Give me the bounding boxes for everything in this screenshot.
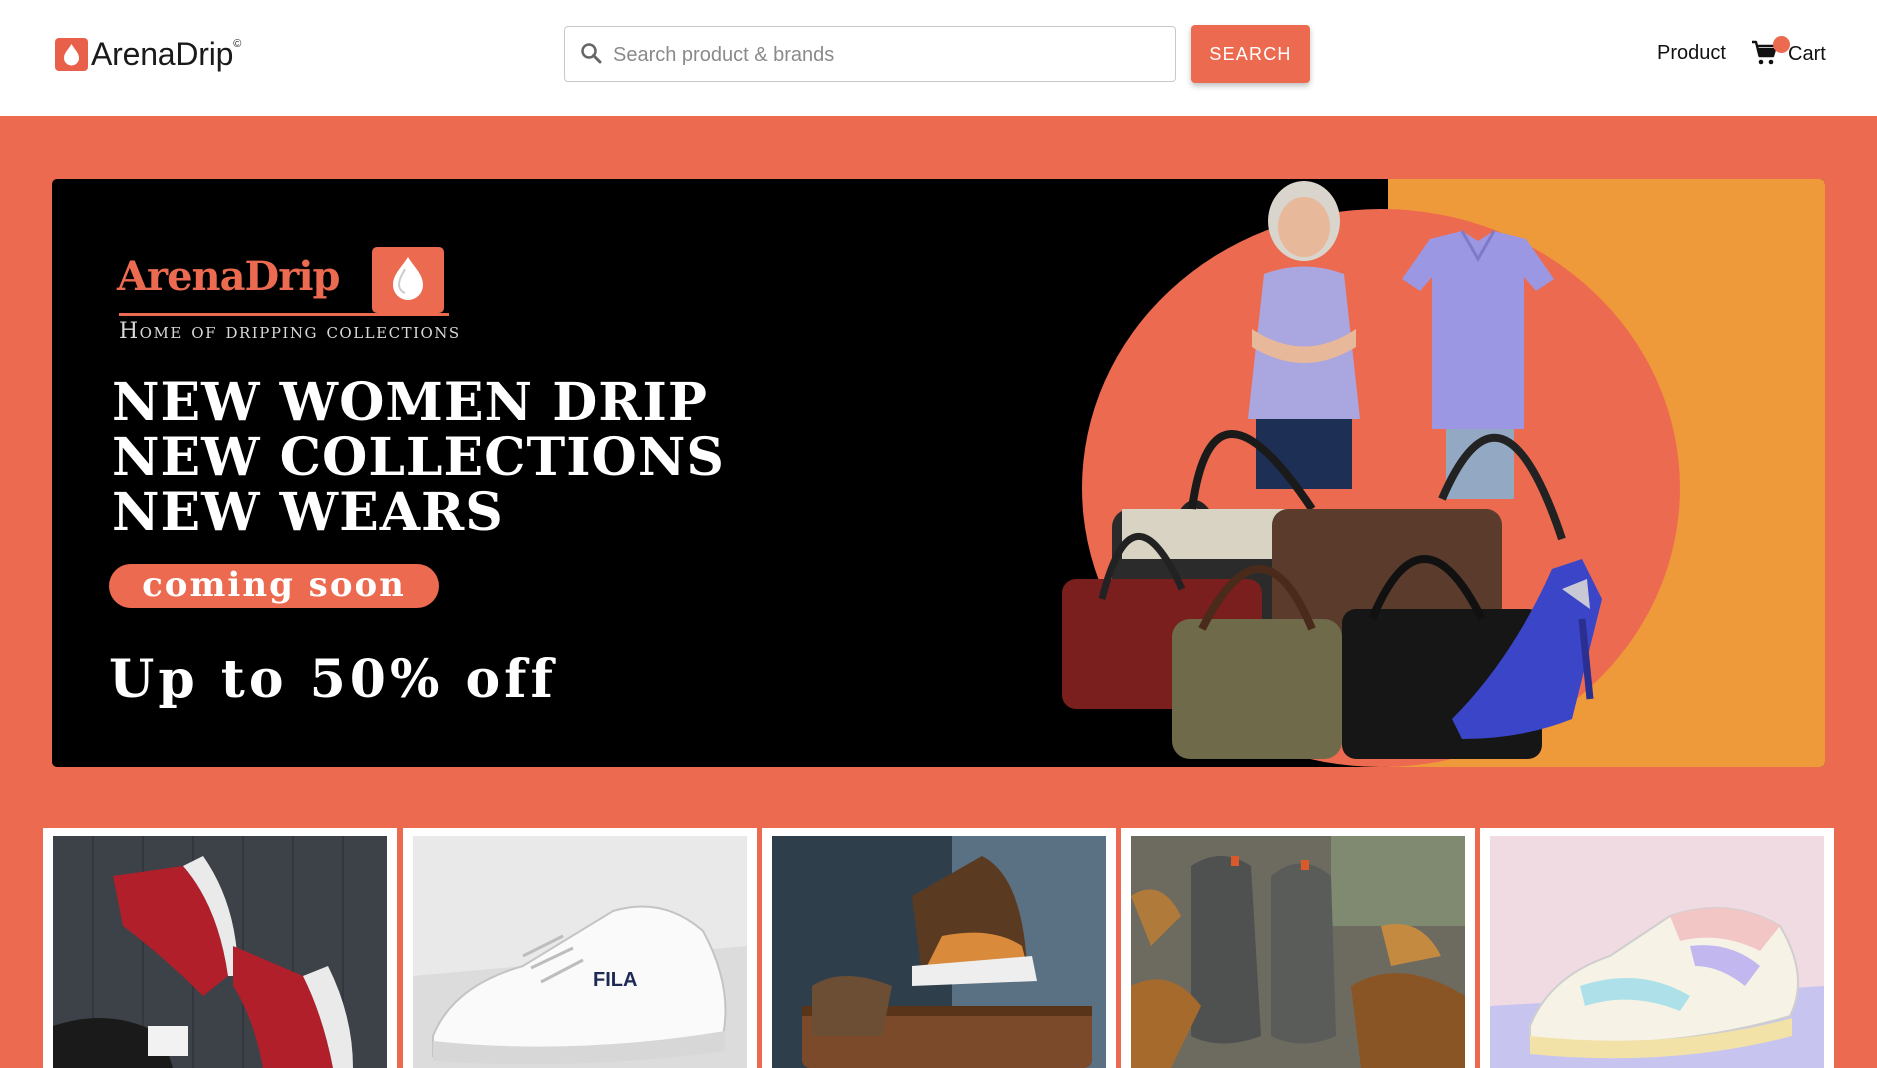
product-image	[1490, 836, 1824, 1068]
nav-link-product[interactable]: Product	[1657, 42, 1726, 65]
product-card[interactable]: FILA	[403, 828, 757, 1068]
woman-model-image	[1248, 181, 1360, 489]
white-fila-sneaker-image: FILA	[413, 836, 747, 1068]
logo-drop-icon	[55, 38, 88, 71]
banner-headline: NEW WOMEN DRIP NEW COLLECTIONS NEW WEARS	[112, 375, 725, 540]
top-header: ArenaDrip © SEARCH Product Cart	[0, 0, 1877, 116]
product-grid: FILA	[43, 828, 1835, 1068]
product-image: FILA	[413, 836, 747, 1068]
product-card[interactable]	[1121, 828, 1475, 1068]
site-logo[interactable]: ArenaDrip ©	[55, 34, 241, 78]
banner-brand-underline	[119, 313, 449, 316]
product-image	[53, 836, 387, 1068]
banner-brand-name: ArenaDrip	[117, 253, 340, 300]
discount-text: Up to 50% off	[109, 649, 557, 710]
promo-banner[interactable]: ArenaDrip Home of dripping collections N…	[52, 179, 1825, 767]
gray-boots-in-leaves-image	[1131, 836, 1465, 1068]
coming-soon-badge: coming soon	[109, 564, 439, 608]
product-card[interactable]	[1480, 828, 1834, 1068]
banner-drop-icon	[372, 247, 444, 313]
product-image	[772, 836, 1106, 1068]
product-image	[1131, 836, 1465, 1068]
search-input[interactable]	[611, 27, 1165, 83]
headline-line: NEW WOMEN DRIP	[112, 372, 708, 433]
logo-copyright: ©	[233, 38, 242, 50]
louis-vuitton-sneaker-image	[772, 836, 1106, 1068]
logo-text: ArenaDrip	[91, 36, 234, 72]
product-card[interactable]	[762, 828, 1116, 1068]
cart-label: Cart	[1788, 43, 1826, 65]
svg-text:FILA: FILA	[593, 969, 637, 991]
search-icon	[581, 43, 602, 64]
red-high-top-sneakers-image	[53, 836, 387, 1068]
banner-tagline: Home of dripping collections	[119, 319, 461, 344]
pastel-sneaker-image	[1490, 836, 1824, 1068]
headline-line: NEW WEARS	[112, 482, 504, 543]
search-box	[564, 26, 1176, 83]
polo-shirt-image	[1402, 230, 1554, 499]
product-card[interactable]	[43, 828, 397, 1068]
headline-line: NEW COLLECTIONS	[112, 427, 725, 488]
fashion-collection-illustration	[1062, 181, 1602, 759]
search-button[interactable]: SEARCH	[1191, 25, 1310, 83]
